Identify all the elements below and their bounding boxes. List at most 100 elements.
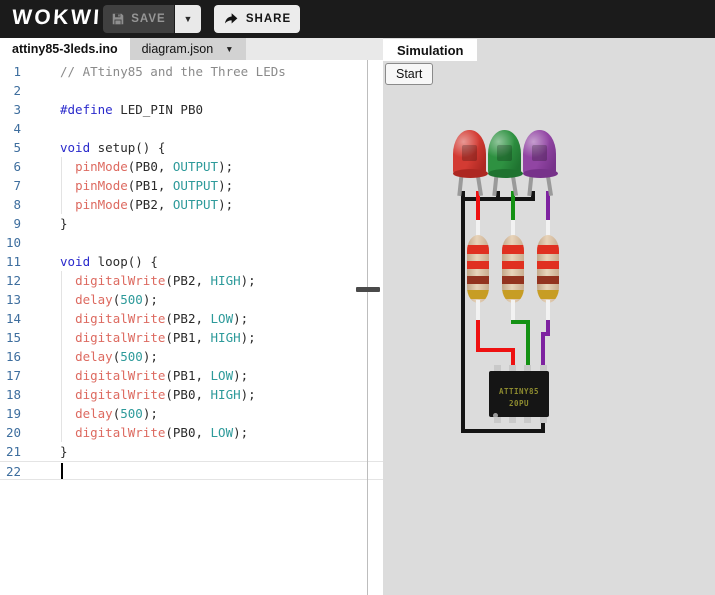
- code-line-7[interactable]: 7 pinMode(PB1, OUTPUT);: [0, 176, 383, 195]
- line-number: 14: [5, 311, 21, 326]
- red-wire-seg2: [476, 348, 515, 352]
- resistor-band-2: [537, 261, 559, 269]
- resistor-lead: [511, 300, 515, 320]
- led-green[interactable]: [488, 130, 523, 200]
- code-area[interactable]: 1 // ATtiny85 and the Three LEDs 2 3 #define…: [0, 60, 383, 595]
- code-line-13[interactable]: 13 delay(500);: [0, 290, 383, 309]
- text-cursor: [61, 463, 63, 479]
- line-number: 10: [5, 235, 21, 250]
- simulation-panel: Simulation Start ATTINY85 20PU: [383, 38, 715, 595]
- code-line-text: digitalWrite(PB1, LOW);: [75, 368, 249, 383]
- code-line-1[interactable]: 1 // ATtiny85 and the Three LEDs: [0, 62, 383, 81]
- code-line-2[interactable]: 2: [0, 81, 383, 100]
- resistor-band-3: [467, 276, 489, 284]
- chip-label: 20PU: [508, 399, 530, 408]
- circuit-diagram: ATTINY85 20PU: [383, 38, 715, 595]
- led-purple[interactable]: [523, 130, 558, 200]
- resistor-band-3: [502, 276, 524, 284]
- panel-divider-grip[interactable]: [356, 287, 380, 292]
- code-line-text: }: [60, 216, 68, 231]
- code-line-text: // ATtiny85 and the Three LEDs: [60, 64, 286, 79]
- led-body: [453, 130, 488, 178]
- line-number: 9: [13, 216, 21, 231]
- code-line-8[interactable]: 8 pinMode(PB2, OUTPUT);: [0, 195, 383, 214]
- line-number: 17: [5, 368, 21, 383]
- editor-tab-bar: attiny85-3leds.ino diagram.json ▼: [0, 38, 383, 60]
- save-button[interactable]: SAVE: [103, 5, 174, 33]
- code-line-3[interactable]: 3 #define LED_PIN PB0: [0, 100, 383, 119]
- code-line-22[interactable]: 22: [0, 461, 383, 480]
- resistor-band-4: [537, 290, 559, 299]
- line-number: 4: [13, 121, 21, 136]
- line-number: 1: [13, 64, 21, 79]
- chip-pin: [524, 417, 531, 423]
- code-line-12[interactable]: 12 digitalWrite(PB2, HIGH);: [0, 271, 383, 290]
- code-line-4[interactable]: 4: [0, 119, 383, 138]
- code-line-21[interactable]: 21}: [0, 442, 383, 461]
- resistor-band-3: [537, 276, 559, 284]
- code-line-20[interactable]: 20 digitalWrite(PB0, LOW);: [0, 423, 383, 442]
- save-button-group: SAVE ▼: [103, 5, 201, 33]
- code-line-text: digitalWrite(PB2, HIGH);: [75, 273, 256, 288]
- code-line-19[interactable]: 19 delay(500);: [0, 404, 383, 423]
- line-number: 22: [5, 464, 21, 479]
- code-line-9[interactable]: 9}: [0, 214, 383, 233]
- line-number: 3: [13, 102, 21, 117]
- chip-label: ATTINY85: [498, 387, 540, 396]
- code-line-6[interactable]: 6 pinMode(PB0, OUTPUT);: [0, 157, 383, 176]
- led-body: [523, 130, 558, 178]
- code-line-16[interactable]: 16 delay(500);: [0, 347, 383, 366]
- code-line-17[interactable]: 17 digitalWrite(PB1, LOW);: [0, 366, 383, 385]
- resistor-band-1: [537, 245, 559, 254]
- line-number: 8: [13, 197, 21, 212]
- code-line-15[interactable]: 15 digitalWrite(PB1, HIGH);: [0, 328, 383, 347]
- resistor-band-4: [467, 290, 489, 299]
- tab-sketch-file[interactable]: attiny85-3leds.ino: [0, 38, 130, 60]
- code-line-14[interactable]: 14 digitalWrite(PB2, LOW);: [0, 309, 383, 328]
- code-line-11[interactable]: 11 void loop() {: [0, 252, 383, 271]
- attiny85-chip[interactable]: ATTINY85 20PU: [489, 365, 549, 423]
- code-line-text: pinMode(PB0, OUTPUT);: [75, 159, 234, 174]
- tab-diagram-json[interactable]: diagram.json ▼: [129, 38, 246, 60]
- resistor-1[interactable]: [467, 220, 489, 320]
- gnd-wire-rail-bottom: [461, 429, 545, 433]
- code-line-text: void setup() {: [60, 140, 166, 155]
- chevron-down-icon[interactable]: ▼: [225, 44, 233, 54]
- chip-body: ATTINY85 20PU: [489, 371, 549, 418]
- code-line-text: #define LED_PIN PB0: [60, 102, 203, 117]
- code-line-text: pinMode(PB2, OUTPUT);: [75, 197, 234, 212]
- line-number: 16: [5, 349, 21, 364]
- code-line-18[interactable]: 18 digitalWrite(PB0, HIGH);: [0, 385, 383, 404]
- chevron-down-icon: ▼: [183, 14, 193, 24]
- resistor-3[interactable]: [537, 220, 559, 320]
- code-line-5[interactable]: 5 void setup() {: [0, 138, 383, 157]
- led-red[interactable]: [453, 130, 488, 200]
- resistor-band-2: [467, 261, 489, 269]
- line-number: 18: [5, 387, 21, 402]
- tab-diagram-json-label: diagram.json: [141, 42, 214, 56]
- line-number: 21: [5, 444, 21, 459]
- line-number: 11: [5, 254, 21, 269]
- line-number: 2: [13, 83, 21, 98]
- resistor-band-1: [467, 245, 489, 254]
- code-line-text: }: [60, 444, 68, 459]
- code-line-text: digitalWrite(PB0, HIGH);: [75, 387, 256, 402]
- tab-sketch-file-label: attiny85-3leds.ino: [12, 42, 118, 56]
- line-number: 20: [5, 425, 21, 440]
- resistor-lead: [476, 300, 480, 320]
- share-arrow-icon: [224, 13, 238, 24]
- code-line-text: void loop() {: [60, 254, 158, 269]
- code-line-10[interactable]: 10: [0, 233, 383, 252]
- line-number: 5: [13, 140, 21, 155]
- code-line-text: digitalWrite(PB0, LOW);: [75, 425, 249, 440]
- share-button[interactable]: SHARE: [214, 5, 300, 33]
- resistor-2[interactable]: [502, 220, 524, 320]
- red-wire-seg1: [476, 318, 480, 352]
- code-line-text: pinMode(PB1, OUTPUT);: [75, 178, 234, 193]
- wokwi-logo[interactable]: WOKWI: [11, 6, 102, 30]
- share-button-label: SHARE: [245, 13, 292, 25]
- line-number: 13: [5, 292, 21, 307]
- top-bar: WOKWI SAVE ▼ SHARE: [0, 0, 715, 38]
- save-options-dropdown[interactable]: ▼: [175, 5, 201, 33]
- code-line-text: delay(500);: [75, 292, 158, 307]
